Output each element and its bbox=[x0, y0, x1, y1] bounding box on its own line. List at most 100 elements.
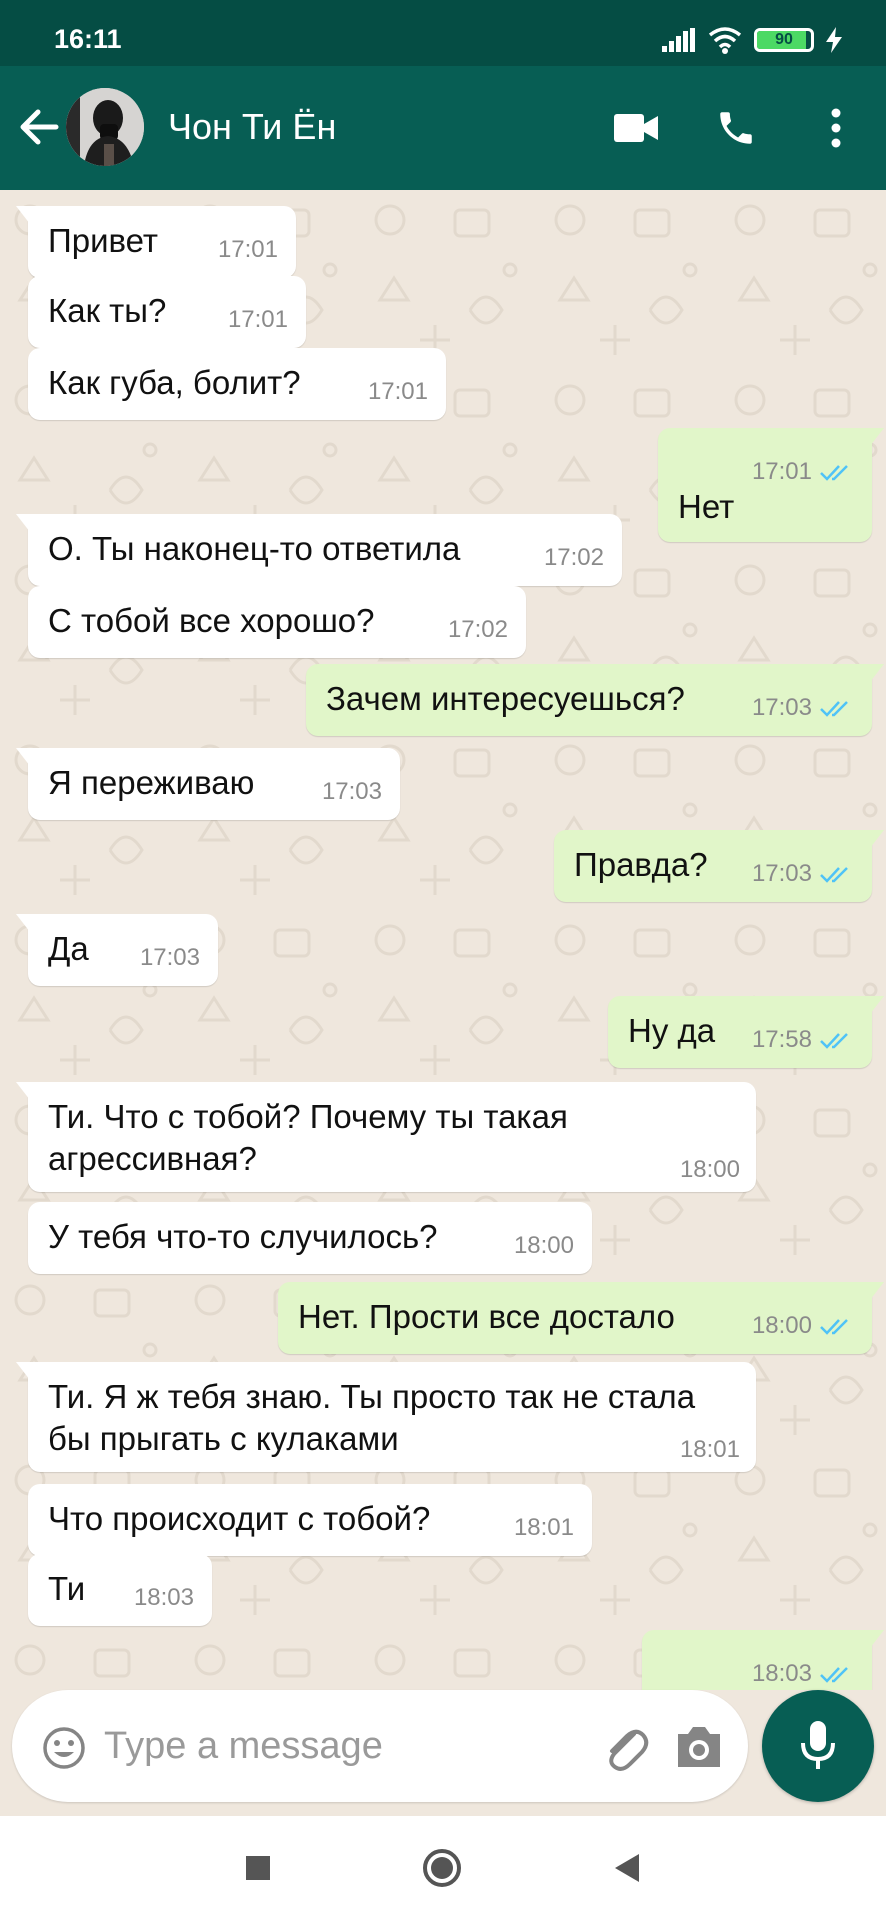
message-time: 17:01 bbox=[228, 306, 288, 334]
message-time: 17:03 bbox=[140, 944, 200, 972]
message-time-text: 17:03 bbox=[321, 778, 382, 805]
charging-icon bbox=[826, 27, 842, 53]
message-time-text: 17:01 bbox=[751, 458, 812, 485]
incoming-message[interactable]: 17:01 Как ты? bbox=[28, 276, 306, 348]
read-ticks-icon bbox=[820, 866, 848, 883]
message-list[interactable]: 17:01 Привет 17:01 Как ты? 17:01 Как губа, бо… bbox=[0, 190, 886, 1690]
back-nav-button[interactable] bbox=[606, 1848, 646, 1888]
nav-square-icon bbox=[246, 1856, 270, 1880]
message-time: 18:03 bbox=[752, 1660, 854, 1688]
message-time: 18:00 bbox=[514, 1232, 574, 1260]
read-ticks-icon bbox=[820, 1666, 848, 1683]
message-text: Привет bbox=[48, 222, 159, 259]
more-options-button[interactable] bbox=[818, 100, 854, 156]
outgoing-message[interactable]: 18:00 Нет. Прости все достало bbox=[278, 1282, 884, 1354]
message-text: Ну да bbox=[628, 1012, 716, 1049]
outgoing-message[interactable]: 17:03 Зачем интересуешься? bbox=[306, 664, 884, 736]
emoji-icon bbox=[43, 1727, 85, 1769]
read-ticks-icon bbox=[820, 464, 848, 481]
status-bar: 16:11 90 bbox=[0, 0, 886, 66]
message-time: 18:03 bbox=[134, 1584, 194, 1612]
mic-icon bbox=[801, 1721, 835, 1769]
message-text: Зачем интересуешься? bbox=[326, 680, 685, 717]
message-time-text: 18:00 bbox=[679, 1156, 740, 1183]
message-text: Ти. Что с тобой? Почему ты такая агресси… bbox=[48, 1098, 568, 1177]
incoming-message[interactable]: 18:00 У тебя что-то случилось? bbox=[28, 1202, 592, 1274]
message-text: О. Ты наконец-то ответила bbox=[48, 530, 461, 567]
message-time: 17:03 bbox=[752, 694, 854, 722]
incoming-message[interactable]: 17:01 Как губа, болит? bbox=[28, 348, 446, 420]
message-time: 17:03 bbox=[752, 860, 854, 888]
wifi-icon bbox=[708, 27, 742, 54]
incoming-message[interactable]: Ти. Что с тобой? Почему ты такая агресси… bbox=[16, 1082, 756, 1192]
message-time: 18:00 bbox=[752, 1312, 854, 1340]
incoming-message[interactable]: 17:02 О. Ты наконец-то ответила bbox=[16, 514, 622, 586]
status-icons: 90 bbox=[662, 26, 842, 54]
message-text: Правда? bbox=[574, 846, 708, 883]
incoming-message[interactable]: 18:01 Что происходит с тобой? bbox=[28, 1484, 592, 1556]
message-time-text: 17:02 bbox=[543, 544, 604, 571]
message-text: У тебя что-то случилось? bbox=[48, 1218, 438, 1255]
contact-name[interactable]: Чон Ти Ён bbox=[168, 106, 336, 148]
nav-triangle-icon bbox=[615, 1854, 639, 1882]
message-time: 17:02 bbox=[544, 544, 604, 572]
camera-button[interactable] bbox=[674, 1724, 724, 1770]
message-time-text: 17:02 bbox=[447, 616, 508, 643]
incoming-message[interactable]: 17:02 С тобой все хорошо? bbox=[28, 586, 526, 658]
message-text: Нет bbox=[678, 488, 735, 525]
paperclip-icon bbox=[609, 1729, 649, 1771]
status-time: 16:11 bbox=[54, 24, 122, 54]
message-time-text: 18:01 bbox=[513, 1514, 574, 1541]
phone-icon bbox=[720, 112, 752, 144]
message-time-text: 17:03 bbox=[139, 944, 200, 971]
outgoing-message[interactable]: 17:58 Ну да bbox=[608, 996, 884, 1068]
contact-avatar[interactable] bbox=[66, 88, 144, 166]
video-call-icon bbox=[614, 114, 658, 142]
more-vert-icon bbox=[831, 108, 841, 148]
incoming-message[interactable]: Ти. Я ж тебя знаю. Ты просто так не стал… bbox=[16, 1362, 756, 1472]
message-time: 18:01 bbox=[514, 1514, 574, 1542]
outgoing-message[interactable]: 18:03Что? bbox=[642, 1630, 884, 1690]
message-time: 17:01 bbox=[752, 458, 854, 486]
message-time-text: 18:00 bbox=[751, 1312, 812, 1339]
message-time-text: 17:01 bbox=[227, 306, 288, 333]
message-text: Нет. Прости все достало bbox=[298, 1298, 675, 1335]
read-ticks-icon bbox=[820, 1032, 848, 1049]
message-text: С тобой все хорошо? bbox=[48, 602, 375, 639]
back-button[interactable] bbox=[16, 104, 62, 150]
back-arrow-icon bbox=[20, 109, 59, 145]
voice-call-button[interactable] bbox=[712, 100, 760, 156]
avatar-image bbox=[66, 88, 144, 166]
message-text: Да bbox=[48, 930, 89, 967]
attach-button[interactable] bbox=[600, 1722, 650, 1772]
message-time-text: 18:03 bbox=[751, 1660, 812, 1687]
message-time-text: 17:01 bbox=[217, 236, 278, 263]
voice-message-button[interactable] bbox=[762, 1690, 874, 1802]
emoji-button[interactable] bbox=[42, 1726, 86, 1770]
camera-icon bbox=[678, 1727, 720, 1767]
recents-button[interactable] bbox=[238, 1848, 278, 1888]
message-text: Я переживаю bbox=[48, 764, 255, 801]
message-time-text: 17:58 bbox=[751, 1026, 812, 1053]
message-time: 17:02 bbox=[448, 616, 508, 644]
system-nav-bar bbox=[0, 1816, 886, 1920]
message-text: Ти. Я ж тебя знаю. Ты просто так не стал… bbox=[48, 1378, 696, 1457]
message-input[interactable] bbox=[104, 1718, 584, 1774]
composer bbox=[0, 1690, 886, 1816]
chat-header: Чон Ти Ён bbox=[0, 66, 886, 190]
signal-icon bbox=[662, 28, 695, 52]
read-ticks-icon bbox=[820, 1318, 848, 1335]
outgoing-message[interactable]: 17:03 Правда? bbox=[554, 830, 884, 902]
message-input-bar bbox=[12, 1690, 748, 1802]
message-time: 17:01 bbox=[218, 236, 278, 264]
message-time-text: 17:01 bbox=[367, 378, 428, 405]
incoming-message[interactable]: 17:03 Да bbox=[16, 914, 218, 986]
incoming-message[interactable]: 18:03 Ти bbox=[28, 1554, 212, 1626]
outgoing-message[interactable]: 17:01 Нет bbox=[658, 428, 884, 542]
incoming-message[interactable]: 17:03 Я переживаю bbox=[16, 748, 400, 820]
home-button[interactable] bbox=[422, 1848, 462, 1888]
incoming-message[interactable]: 17:01 Привет bbox=[16, 206, 296, 278]
battery-indicator: 90 bbox=[754, 28, 814, 52]
message-time: 18:01 bbox=[680, 1436, 740, 1464]
video-call-button[interactable] bbox=[612, 100, 660, 156]
